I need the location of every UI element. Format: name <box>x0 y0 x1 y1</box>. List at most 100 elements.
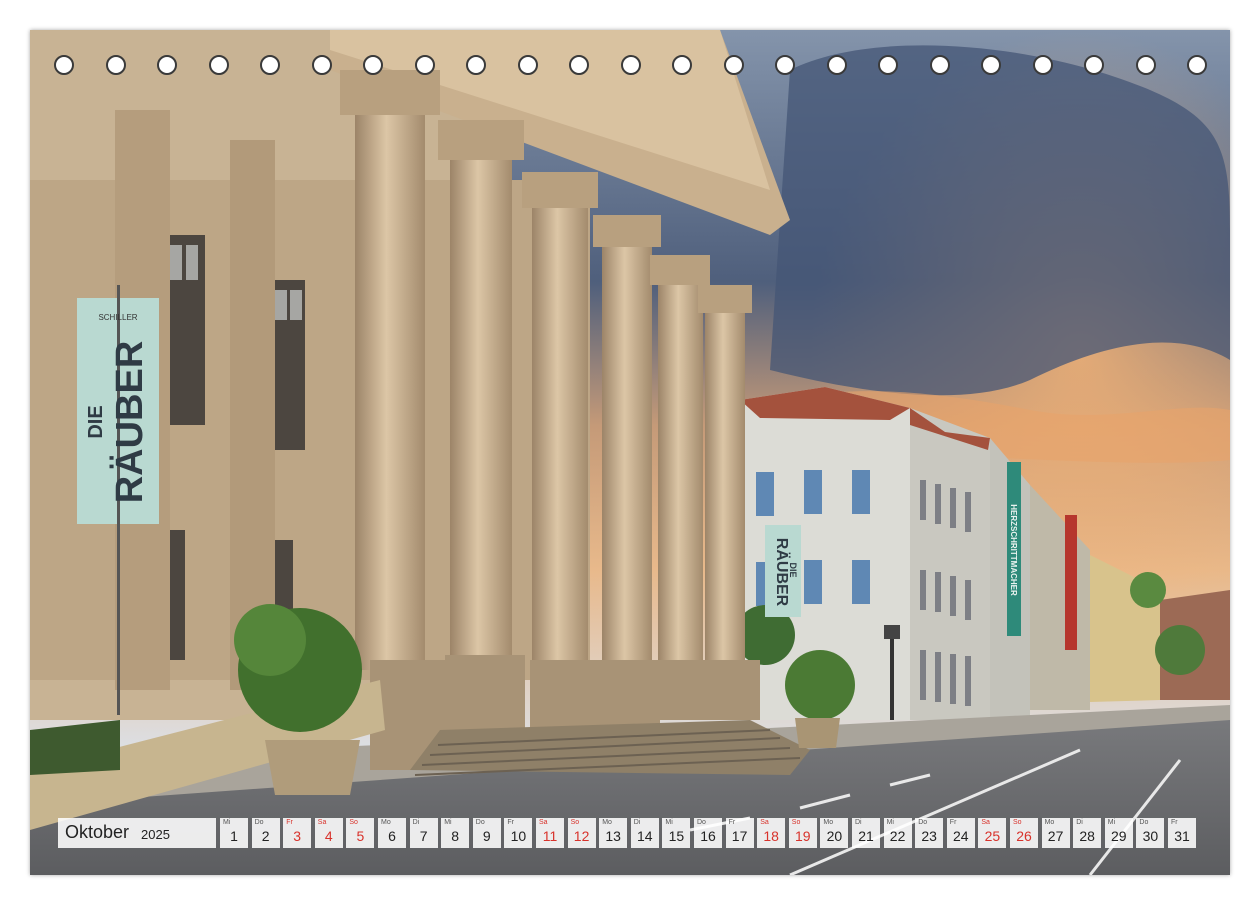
day-number: 5 <box>356 828 365 844</box>
day-cell: Mi 15 <box>662 818 691 848</box>
weekday-label: Mo <box>1044 819 1055 826</box>
weekday-label: Do <box>918 819 928 826</box>
day-number: 8 <box>451 828 460 844</box>
day-cell: Fr 3 <box>283 818 312 848</box>
theater-photo: SCHILLER DIE RÄUBER DIE RÄUBER HERZSCHRI… <box>30 30 1230 875</box>
day-cell: Di 21 <box>852 818 880 848</box>
weekday-label: Fr <box>507 819 514 826</box>
binding-hole <box>157 55 177 75</box>
weekday-label: Fr <box>1171 819 1178 826</box>
day-number: 23 <box>921 828 937 844</box>
day-number: 25 <box>984 828 1001 844</box>
day-number: 21 <box>858 828 874 844</box>
banner-right: HERZSCHRITTMACHER <box>1009 504 1018 596</box>
binding-hole <box>54 55 74 75</box>
binding-hole <box>363 55 383 75</box>
binding-hole <box>208 55 229 75</box>
day-cell: So 26 <box>1010 818 1038 848</box>
binding-hole <box>620 55 641 75</box>
weekday-label: Do <box>475 819 485 826</box>
calendar-page: SCHILLER DIE RÄUBER DIE RÄUBER HERZSCHRI… <box>30 30 1230 875</box>
month-name: Oktober <box>65 822 130 842</box>
day-cell: Di 28 <box>1073 818 1102 848</box>
day-number: 3 <box>293 828 302 844</box>
year-label: 2025 <box>141 827 170 842</box>
binding-hole <box>826 55 847 75</box>
day-cell: Fr 10 <box>504 818 533 848</box>
day-number: 22 <box>889 828 906 844</box>
binding-hole <box>1032 55 1053 75</box>
weekday-label: Di <box>855 819 862 826</box>
day-cell: Do 16 <box>694 818 722 848</box>
binding-hole <box>569 55 589 75</box>
weekday-label: Sa <box>539 819 548 826</box>
weekday-label: Mo <box>823 819 834 826</box>
day-number: 11 <box>542 828 558 844</box>
day-number: 27 <box>1047 828 1064 844</box>
weekday-label: Sa <box>981 819 990 826</box>
day-cell: Mi 22 <box>883 818 912 848</box>
binding-holes <box>30 30 1230 90</box>
day-cell: Mo 20 <box>820 818 849 848</box>
weekday-label: Sa <box>760 819 769 826</box>
binding-hole <box>1187 55 1207 75</box>
day-number: 24 <box>953 828 969 844</box>
day-number: 14 <box>637 828 653 844</box>
binding-hole <box>929 55 950 75</box>
binding-hole <box>878 55 898 75</box>
day-number: 7 <box>419 828 428 844</box>
day-cell: Mi 29 <box>1104 818 1133 848</box>
weekday-label: Mi <box>1107 819 1116 826</box>
day-cell: So 5 <box>346 818 375 848</box>
weekday-label: Fr <box>286 819 293 826</box>
weekday-label: Mi <box>886 819 894 826</box>
weekday-label: Mo <box>602 819 612 826</box>
day-number: 30 <box>1142 828 1159 844</box>
day-cell: Do 30 <box>1136 818 1165 848</box>
binding-hole <box>723 55 744 75</box>
day-number: 29 <box>1111 828 1127 844</box>
banner-left-small: SCHILLER <box>98 313 137 322</box>
day-cell: Di 7 <box>409 818 438 848</box>
binding-hole <box>311 55 332 75</box>
weekday-label: Fr <box>728 819 736 826</box>
month-label-box: Oktober 2025 <box>58 818 216 848</box>
binding-hole <box>672 55 692 75</box>
weekday-label: So <box>570 819 580 826</box>
day-number: 9 <box>482 828 491 844</box>
day-number: 4 <box>324 828 333 844</box>
day-cell: So 12 <box>567 818 596 848</box>
day-number: 10 <box>510 828 527 844</box>
day-number: 13 <box>605 828 621 844</box>
weekday-label: Sa <box>317 819 327 826</box>
weekday-label: So <box>349 819 358 826</box>
day-number: 12 <box>573 828 590 844</box>
day-number: 2 <box>261 828 270 844</box>
day-number: 16 <box>700 828 716 844</box>
day-number: 6 <box>388 828 396 844</box>
binding-hole <box>1084 55 1104 75</box>
binding-hole <box>105 55 126 75</box>
weekday-label: Di <box>412 819 420 826</box>
banner-mid-line2: RÄUBER <box>773 538 791 607</box>
day-cell: Fr 31 <box>1168 818 1196 848</box>
day-cell: Sa 11 <box>536 818 564 848</box>
day-cell: Mo 27 <box>1041 818 1070 848</box>
day-number: 17 <box>731 828 748 844</box>
day-number: 28 <box>1079 828 1095 844</box>
binding-hole <box>414 55 435 75</box>
day-cell: Do 2 <box>251 818 280 848</box>
weekday-label: Di <box>633 819 641 826</box>
weekday-label: Mi <box>444 819 452 826</box>
weekday-label: Do <box>254 819 264 826</box>
day-cell: Do 23 <box>915 818 944 848</box>
day-number: 18 <box>763 828 779 844</box>
banner-left-line1: DIE <box>85 405 107 438</box>
day-number: 31 <box>1174 828 1190 844</box>
day-cell: Sa 4 <box>314 818 343 848</box>
day-cell: Sa 18 <box>757 818 786 848</box>
binding-hole <box>775 55 795 75</box>
day-number: 26 <box>1016 828 1032 844</box>
binding-hole <box>466 55 486 75</box>
day-cell: So 19 <box>788 818 817 848</box>
